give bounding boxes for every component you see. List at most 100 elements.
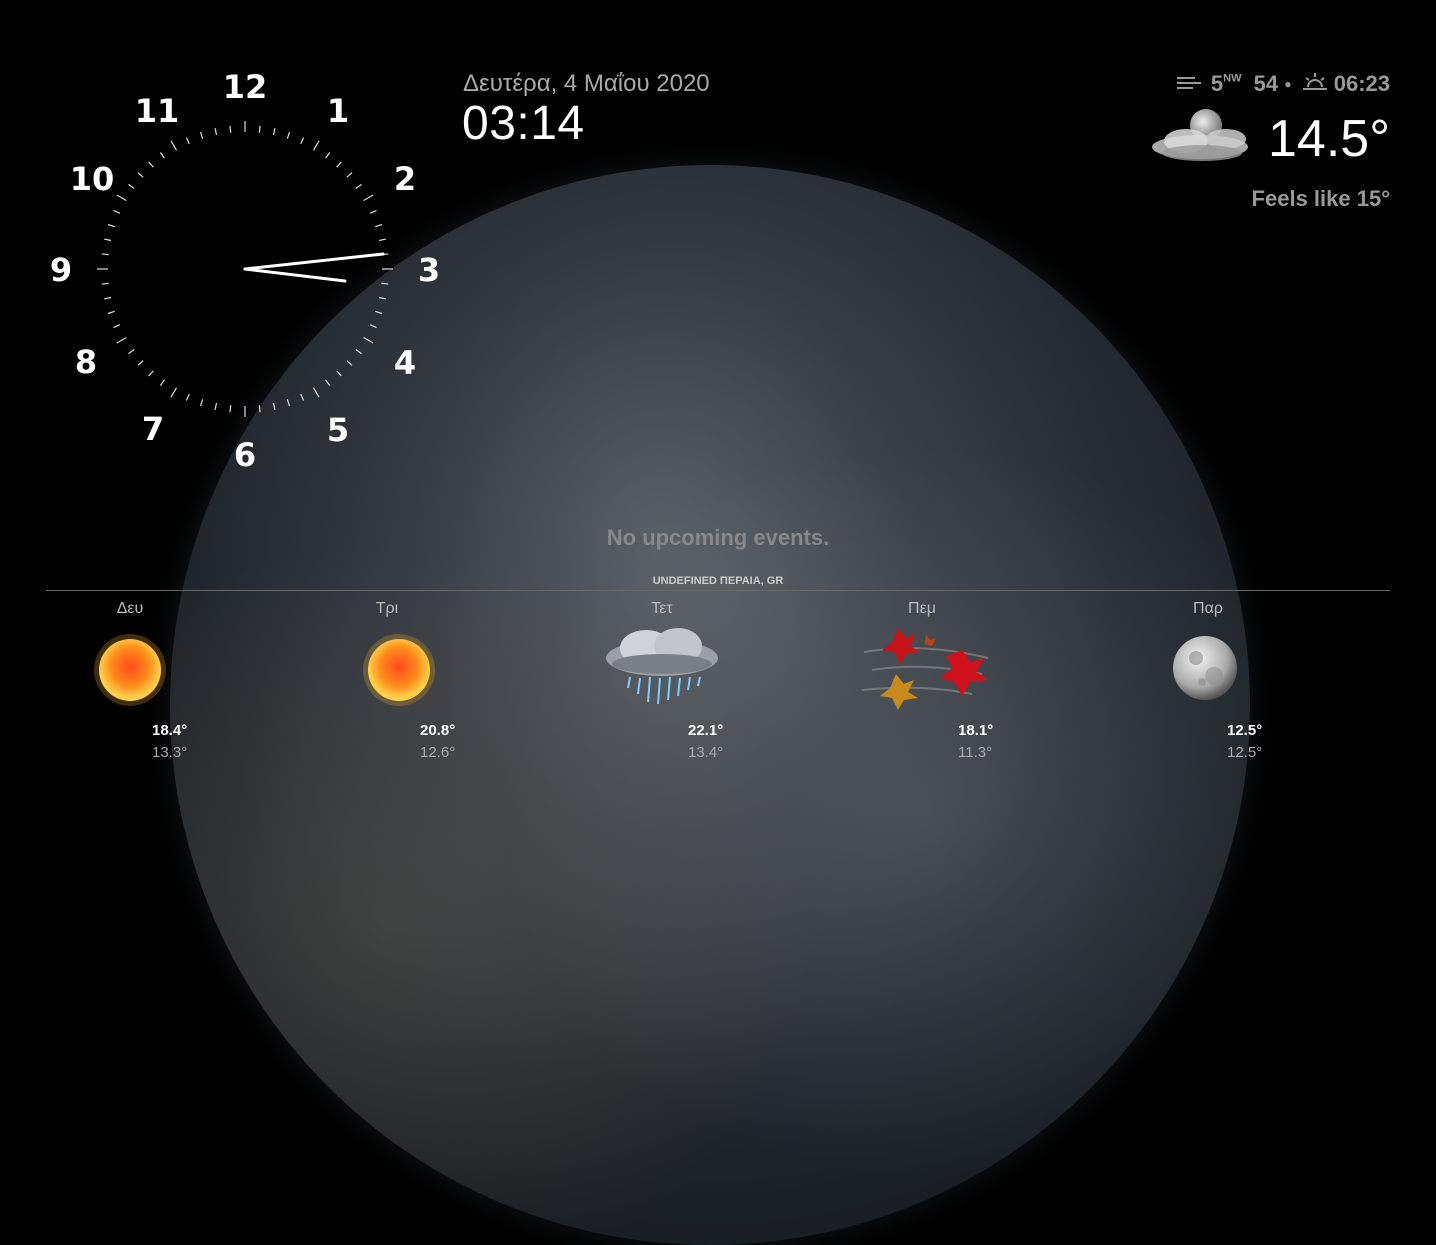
clock-tick	[214, 128, 218, 136]
sun-icon	[70, 622, 190, 722]
clock-numeral-12: 12	[222, 68, 268, 106]
clock-tick	[378, 238, 386, 242]
weather-details-row: 5NW 54 ● 06:23	[1148, 70, 1390, 97]
forecast-max-temp: 22.1°	[688, 722, 724, 739]
forecast-day-name: Δευ	[116, 600, 144, 617]
clock-tick	[258, 125, 261, 133]
forecast-min-temp: 11.3°	[958, 744, 993, 761]
clock-numeral-11: 11	[134, 92, 180, 130]
forecast-max-temp: 20.8°	[420, 722, 456, 739]
forecast-day-name: Τετ	[651, 600, 673, 617]
clock-tick	[107, 223, 115, 228]
sunrise-icon	[1302, 71, 1328, 97]
clock-tick	[229, 405, 232, 413]
clock-tick	[170, 140, 178, 151]
clock-tick	[116, 336, 127, 344]
clock-tick	[159, 152, 165, 159]
clock-tick	[286, 131, 291, 139]
date-label: Δευτέρα, 4 Μαΐου 2020	[463, 70, 710, 97]
clock-tick	[113, 209, 121, 214]
clock-tick	[185, 393, 190, 401]
clock-tick	[137, 172, 144, 178]
clock-tick	[116, 194, 127, 202]
clock-numeral-1: 1	[326, 92, 350, 130]
forecast-day-name: Τρι	[375, 600, 399, 617]
clock-tick	[336, 370, 342, 377]
clock-tick	[375, 223, 383, 228]
forecast-location: UNDEFINED ΠΕΡΑΙΑ, GR	[652, 575, 784, 587]
digital-time: 03:14	[462, 97, 585, 150]
forecast-min-temp: 13.3°	[152, 744, 188, 761]
clock-tick	[148, 161, 154, 168]
clock-tick	[355, 349, 362, 355]
clock-tick	[199, 131, 204, 139]
wind-speed: 5	[1210, 71, 1224, 97]
clock-tick	[104, 238, 112, 242]
clock-tick	[346, 172, 353, 178]
clock-tick	[101, 282, 109, 285]
clock-tick	[363, 336, 374, 344]
clock-tick	[128, 183, 135, 189]
forecast-max-temp: 18.4°	[152, 722, 188, 739]
clock-tick	[312, 140, 320, 151]
divider	[46, 590, 1390, 591]
forecast-day-name: Παρ	[1193, 600, 1223, 617]
clock-tick	[137, 360, 144, 366]
clock-tick	[325, 152, 331, 159]
clock-tick	[286, 399, 291, 407]
clock-numeral-5: 5	[326, 411, 350, 449]
clock-tick	[378, 296, 386, 300]
forecast-min-temp: 13.4°	[688, 744, 724, 761]
forecast-min-temp: 12.6°	[420, 744, 456, 761]
clock-tick	[148, 370, 154, 377]
forecast-max-temp: 12.5°	[1227, 722, 1263, 739]
night-cloudy-icon	[1148, 103, 1256, 174]
wind-icon	[1175, 71, 1205, 97]
clock-tick	[381, 282, 389, 285]
clock-tick	[346, 360, 353, 366]
clock-numeral-3: 3	[417, 251, 441, 289]
clock-minute-hand	[243, 252, 385, 271]
clock-numeral-7: 7	[141, 410, 165, 448]
clock-numeral-9: 9	[49, 251, 73, 289]
clock-tick	[170, 387, 178, 398]
clock-tick	[336, 161, 342, 168]
current-temperature: 14.5°	[1267, 109, 1390, 168]
humidity-icon: ●	[1284, 77, 1292, 92]
clock-tick	[107, 310, 115, 315]
clock-numeral-4: 4	[393, 344, 417, 382]
clock-tick	[272, 402, 276, 410]
clock-tick	[113, 324, 121, 329]
analog-clock: 12 1 2 3 4 5 6 7 8 9 10 11	[40, 62, 450, 482]
clock-tick	[104, 296, 112, 300]
clock-numeral-2: 2	[393, 160, 417, 198]
clock-tick	[229, 125, 232, 133]
clock-tick	[325, 379, 331, 386]
clock-tick	[185, 137, 190, 145]
clock-tick	[159, 379, 165, 386]
sun-icon	[339, 622, 459, 722]
sunrise-time: 06:23	[1333, 71, 1390, 97]
forecast-day-name: Πεμ	[908, 600, 936, 617]
moon-icon	[1148, 622, 1268, 722]
clock-tick	[300, 393, 305, 401]
clock-face	[97, 121, 393, 417]
wind-direction: NW	[1223, 72, 1242, 85]
feels-like: Feels like 15°	[1251, 186, 1390, 212]
clock-tick	[312, 387, 320, 398]
clock-tick	[101, 253, 109, 256]
rain-cloud-icon	[602, 622, 722, 722]
clock-tick	[128, 349, 135, 355]
clock-numeral-6: 6	[233, 436, 257, 474]
windy-leaves-icon	[861, 622, 989, 722]
clock-numeral-10: 10	[69, 160, 115, 198]
events-message: No upcoming events.	[606, 525, 830, 550]
current-temp-row: 14.5°	[1148, 103, 1390, 174]
humidity-value: 54	[1253, 71, 1279, 97]
clock-tick	[363, 194, 374, 202]
clock-tick	[258, 405, 261, 413]
clock-tick	[375, 310, 383, 315]
current-weather: 5NW 54 ● 06:23 14.5° Feels like 15°	[1148, 70, 1390, 212]
clock-numeral-8: 8	[74, 343, 98, 381]
clock-hour-hand	[243, 267, 347, 283]
